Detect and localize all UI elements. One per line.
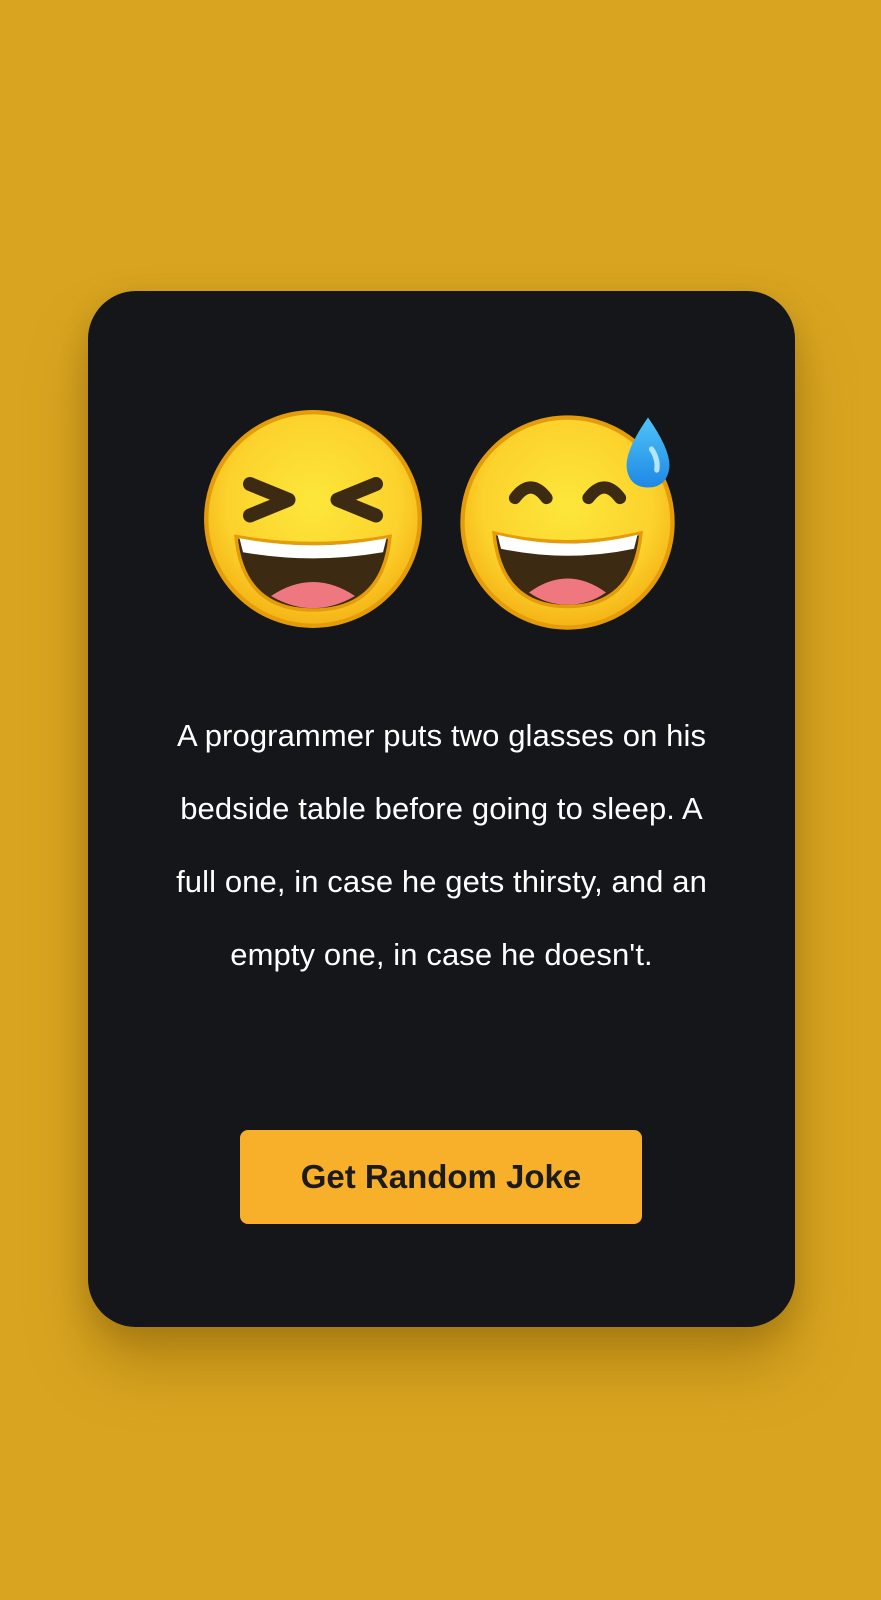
grinning-face-with-sweat-icon bbox=[459, 415, 675, 630]
grinning-squinting-face-icon bbox=[203, 410, 422, 628]
joke-card: A programmer puts two glasses on his bed… bbox=[88, 291, 795, 1327]
joke-text: A programmer puts two glasses on his bed… bbox=[176, 718, 707, 972]
emoji-row bbox=[88, 407, 795, 637]
get-random-joke-button[interactable]: Get Random Joke bbox=[240, 1130, 642, 1224]
